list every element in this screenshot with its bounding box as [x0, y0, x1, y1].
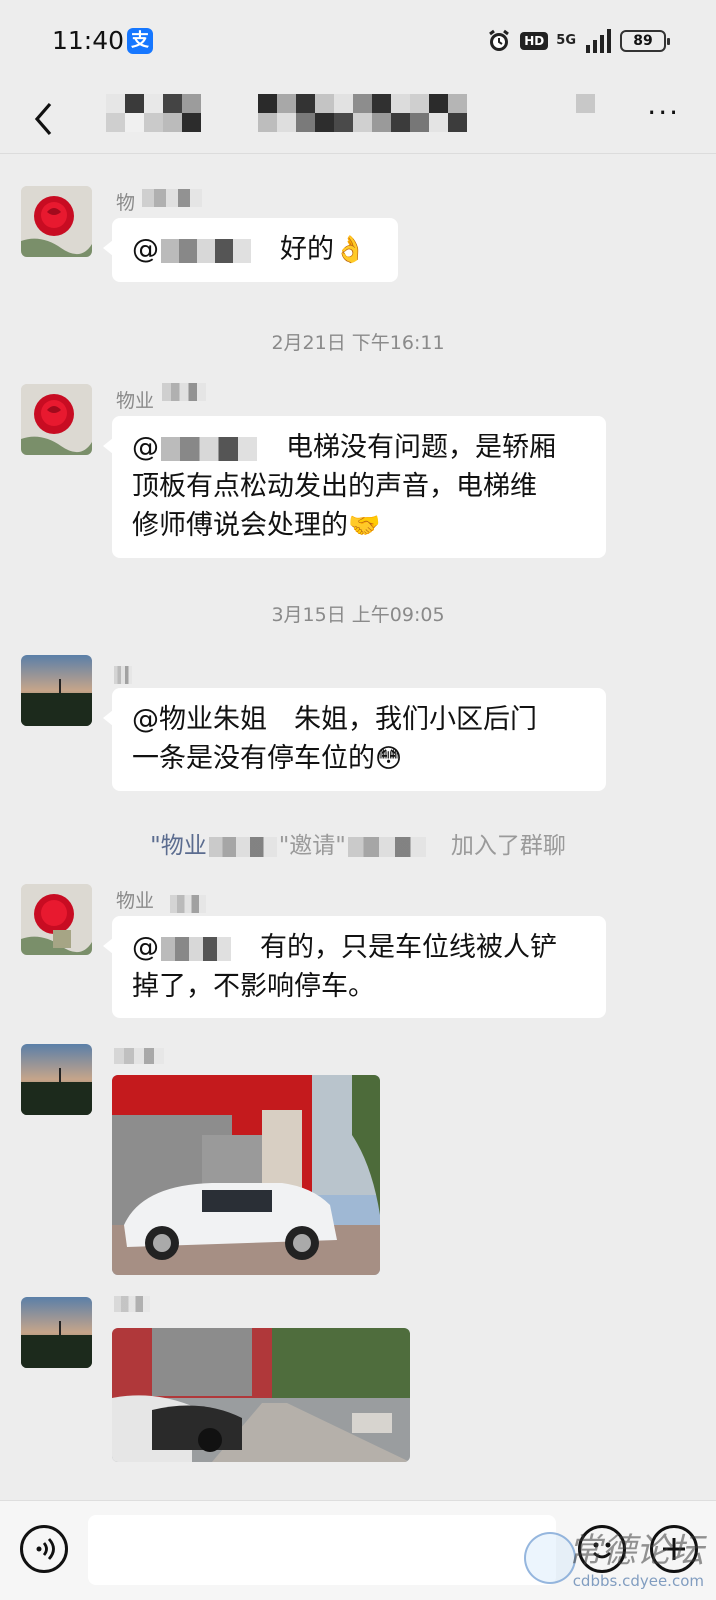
handshake-emoji: 🤝: [348, 511, 381, 541]
redacted-sender: [114, 1048, 164, 1064]
more-options-button[interactable]: ···: [647, 96, 680, 129]
back-arrow-icon[interactable]: [20, 92, 70, 142]
status-bar: 11:40 支 HD 5G 89: [0, 0, 716, 82]
watermark: 常德论坛 cdbbs.cdyee.com: [568, 1523, 704, 1590]
clock: 11:40: [52, 26, 125, 55]
shared-photo[interactable]: [112, 1075, 380, 1275]
timestamp: 2月21日 下午16:11: [271, 332, 445, 354]
message-bubble[interactable]: @ 电梯没有问题，是轿厢 顶板有点松动发出的声音，电梯维 修师傅说会处理的🤝: [103, 416, 606, 558]
avatar[interactable]: [21, 884, 92, 955]
watermark-url: cdbbs.cdyee.com: [572, 1572, 704, 1590]
timestamp: 3月15日 上午09:05: [271, 604, 445, 626]
alarm-icon: [489, 29, 510, 51]
redacted-sender: [114, 666, 132, 684]
voice-icon: [36, 1538, 55, 1560]
message-line: 掉了，不影响停车。: [132, 971, 375, 1002]
message-line: 一条是没有停车位的😳: [132, 739, 586, 779]
battery-icon: 89: [620, 30, 670, 52]
ok-hand-emoji: 👌: [334, 235, 367, 265]
redacted-inviter: [208, 836, 277, 857]
system-notice: "物业 "邀请" 加入了群聊: [150, 833, 566, 859]
redacted-mention: [161, 436, 257, 461]
avatar[interactable]: [21, 1297, 92, 1368]
message-line: @ 电梯没有问题，是轿厢: [132, 432, 556, 463]
network-label: 5G: [556, 33, 576, 48]
sender-name: 物业: [116, 890, 155, 912]
message-bubble[interactable]: @ 好的👌: [103, 218, 398, 282]
avatar[interactable]: [21, 384, 92, 455]
message-bubble[interactable]: @ 有的，只是车位线被人铲 掉了，不影响停车。: [103, 916, 606, 1018]
message-bubble[interactable]: @物业朱姐 朱姐，我们小区后门 一条是没有停车位的😳: [103, 688, 606, 791]
redacted-mention: [161, 238, 251, 263]
flushed-face-emoji: 😳: [375, 744, 403, 774]
signal-icon: [586, 29, 611, 53]
chat-title-redacted-2: [258, 94, 467, 132]
sender-name: 物: [116, 192, 136, 214]
message-line: 顶板有点松动发出的声音，电梯维: [132, 471, 537, 502]
alipay-icon: 支: [127, 28, 153, 54]
redacted-sender: [142, 189, 202, 207]
message-line: @物业朱姐 朱姐，我们小区后门: [132, 704, 537, 735]
message-line: @ 有的，只是车位线被人铲: [132, 932, 557, 963]
chat-title-redacted: [106, 94, 201, 132]
watermark-text: 常德论坛: [568, 1531, 704, 1571]
voice-input-button[interactable]: [20, 1525, 68, 1573]
input-bar: 常德论坛 cdbbs.cdyee.com: [0, 1500, 716, 1600]
hd-badge: HD: [520, 32, 549, 50]
mention-prefix: @: [132, 234, 159, 265]
inviter-name[interactable]: "物业: [150, 833, 207, 859]
redacted-sender: [170, 895, 206, 913]
avatar[interactable]: [21, 655, 92, 726]
chat-header: ···: [0, 82, 716, 154]
avatar[interactable]: [21, 186, 92, 257]
message-line: 修师傅说会处理的🤝: [132, 506, 586, 546]
redacted-invitee: [347, 836, 426, 857]
redacted-mention: [161, 936, 231, 961]
chat-title-redacted-3: [576, 94, 595, 113]
message-text: 好的: [280, 234, 334, 265]
avatar[interactable]: [21, 1044, 92, 1115]
redacted-sender: [162, 383, 206, 401]
redacted-sender: [114, 1296, 150, 1312]
status-icons: HD 5G 89: [486, 26, 670, 56]
shared-photo[interactable]: [112, 1328, 410, 1462]
message-input[interactable]: [88, 1515, 556, 1585]
sender-name: 物业: [116, 390, 155, 412]
